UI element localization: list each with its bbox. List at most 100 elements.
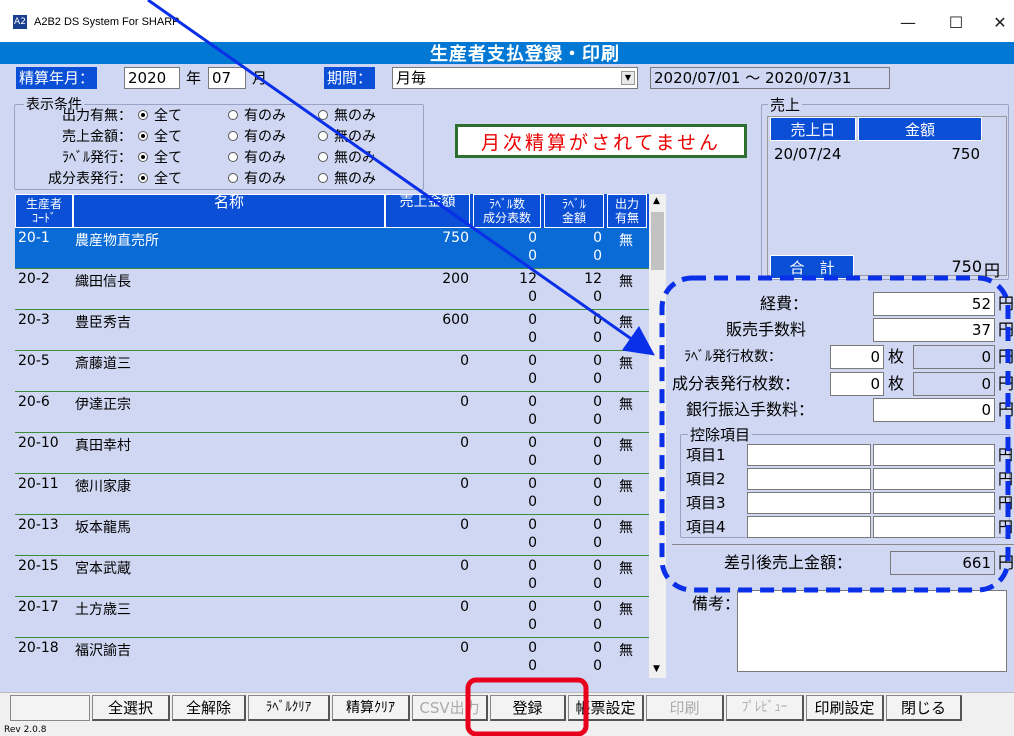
deduction-item-amount-input[interactable] xyxy=(873,468,995,490)
table-row[interactable]: 20-3 豊臣秀吉 600 0 0 0 0 無 xyxy=(15,310,649,351)
condition-radio-option[interactable]: 有のみ xyxy=(228,169,286,190)
table-row[interactable]: 20-5 斎藤道三 0 0 0 0 0 無 xyxy=(15,351,649,392)
label-issue-count[interactable]: 0 xyxy=(830,345,884,369)
condition-label: 出力有無： xyxy=(62,108,132,124)
component-count: 0 xyxy=(528,453,537,469)
deduction-item-amount-input[interactable] xyxy=(873,444,995,466)
maximize-button[interactable]: ☐ xyxy=(936,10,976,34)
col-sales[interactable]: 売上金額 xyxy=(385,194,470,228)
radio-icon[interactable] xyxy=(318,152,328,162)
sales-date: 20/07/24 xyxy=(774,145,842,163)
close-window-button[interactable]: ✕ xyxy=(980,10,1014,34)
csv-export-button[interactable]: CSV出力 xyxy=(412,695,488,721)
table-row[interactable]: 20-17 土方歳三 0 0 0 0 0 無 xyxy=(15,597,649,638)
radio-icon[interactable] xyxy=(318,173,328,183)
net-sales-label: 差引後売上金額： xyxy=(724,553,853,572)
condition-radio-option[interactable]: 無のみ xyxy=(318,127,376,148)
radio-icon[interactable] xyxy=(228,110,238,120)
comp-issue-count[interactable]: 0 xyxy=(830,372,884,396)
remarks-textarea[interactable] xyxy=(737,590,1007,672)
month-input[interactable]: 07 xyxy=(208,67,246,89)
bank-fee-input[interactable]: 0 xyxy=(873,398,995,422)
bank-fee-label: 銀行振込手数料： xyxy=(686,400,815,419)
col-label-amount[interactable]: ﾗﾍﾞﾙ 金額 xyxy=(544,194,604,228)
condition-radio-option[interactable]: 全て xyxy=(138,169,182,190)
radio-icon[interactable] xyxy=(138,110,148,120)
deduction-item-amount-input[interactable] xyxy=(873,516,995,538)
radio-icon[interactable] xyxy=(318,110,328,120)
output-flag: 無 xyxy=(619,602,633,618)
period-select[interactable]: 月毎 ▼ xyxy=(392,67,638,89)
col-code[interactable]: 生産者 ｺｰﾄﾞ xyxy=(15,194,73,228)
preview-button[interactable]: ﾌﾟﾚﾋﾞｭｰ xyxy=(726,695,804,721)
scroll-up-icon[interactable]: ▲ xyxy=(653,196,660,206)
producer-sales: 0 xyxy=(460,435,469,451)
label-clear-button[interactable]: ﾗﾍﾞﾙｸﾘｱ xyxy=(248,695,330,721)
condition-radio-option[interactable]: 有のみ xyxy=(228,127,286,148)
table-row[interactable]: 20-11 徳川家康 0 0 0 0 0 無 xyxy=(15,474,649,515)
fee-input[interactable]: 37 xyxy=(873,318,995,342)
sales-date-header[interactable]: 売上日 xyxy=(770,117,856,141)
sales-total: 750 xyxy=(951,257,982,276)
scroll-down-icon[interactable]: ▼ xyxy=(653,664,660,674)
condition-radio-option[interactable]: 有のみ xyxy=(228,148,286,169)
settle-clear-button[interactable]: 精算ｸﾘｱ xyxy=(332,695,410,721)
table-row[interactable]: 20-10 真田幸村 0 0 0 0 0 無 xyxy=(15,433,649,474)
yen-unit: 円 xyxy=(998,446,1014,464)
table-row[interactable]: 20-1 農産物直売所 750 0 0 0 0 無 xyxy=(15,228,649,269)
form-settings-button[interactable]: 帳票設定 xyxy=(568,695,644,721)
condition-radio-option[interactable]: 無のみ xyxy=(318,169,376,190)
table-row[interactable]: 20-15 宮本武蔵 0 0 0 0 0 無 xyxy=(15,556,649,597)
producer-table-header: 生産者 ｺｰﾄﾞ 名称 売上金額 ﾗﾍﾞﾙ数 成分表数 ﾗﾍﾞﾙ 金額 出力 有… xyxy=(15,194,649,228)
deduction-item-amount-input[interactable] xyxy=(873,492,995,514)
table-row[interactable]: 20-6 伊達正宗 0 0 0 0 0 無 xyxy=(15,392,649,433)
minimize-button[interactable]: — xyxy=(888,10,928,34)
scrollbar-thumb[interactable] xyxy=(651,212,664,270)
col-name[interactable]: 名称 xyxy=(73,194,385,228)
radio-icon[interactable] xyxy=(228,173,238,183)
chevron-down-icon[interactable]: ▼ xyxy=(621,71,635,85)
output-flag: 無 xyxy=(619,274,633,290)
table-row[interactable]: 20-13 坂本龍馬 0 0 0 0 0 無 xyxy=(15,515,649,556)
register-button[interactable]: 登録 xyxy=(490,695,566,721)
deduction-item-name-input[interactable] xyxy=(747,444,871,466)
expense-input[interactable]: 52 xyxy=(873,292,995,316)
deduction-item-name-input[interactable] xyxy=(747,516,871,538)
print-button[interactable]: 印刷 xyxy=(646,695,724,721)
condition-radio-option[interactable]: 全て xyxy=(138,106,182,127)
deduction-item-label: 項目4 xyxy=(686,518,726,536)
radio-icon[interactable] xyxy=(318,131,328,141)
close-button[interactable]: 閉じる xyxy=(886,695,962,721)
deselect-all-button[interactable]: 全解除 xyxy=(172,695,246,721)
select-all-button[interactable]: 全選択 xyxy=(92,695,170,721)
condition-radio-option[interactable]: 有のみ xyxy=(228,106,286,127)
producer-name: 徳川家康 xyxy=(75,479,131,495)
year-input[interactable]: 2020 xyxy=(124,67,180,89)
table-row[interactable]: 20-2 織田信長 200 12 0 12 0 無 xyxy=(15,269,649,310)
print-settings-button[interactable]: 印刷設定 xyxy=(806,695,884,721)
component-count: 0 xyxy=(528,248,537,264)
table-row[interactable]: 20-18 福沢諭吉 0 0 0 0 0 無 xyxy=(15,638,649,678)
deduction-item-name-input[interactable] xyxy=(747,468,871,490)
radio-icon[interactable] xyxy=(138,152,148,162)
radio-icon[interactable] xyxy=(138,173,148,183)
radio-icon[interactable] xyxy=(138,131,148,141)
condition-radio-option[interactable]: 無のみ xyxy=(318,148,376,169)
divider xyxy=(672,544,1014,545)
condition-radio-option[interactable]: 全て xyxy=(138,148,182,169)
radio-icon[interactable] xyxy=(228,131,238,141)
label-count: 0 xyxy=(528,476,537,492)
blank-button[interactable] xyxy=(10,695,90,721)
producer-code: 20-17 xyxy=(18,599,59,615)
radio-icon[interactable] xyxy=(228,152,238,162)
condition-radio-option[interactable]: 無のみ xyxy=(318,106,376,127)
producer-sales: 0 xyxy=(460,353,469,369)
deduction-item-name-input[interactable] xyxy=(747,492,871,514)
page-title: 生産者支払登録・印刷 xyxy=(0,42,1014,65)
label-issue-amount: 0 xyxy=(913,345,995,369)
condition-radio-option[interactable]: 全て xyxy=(138,127,182,148)
col-output[interactable]: 出力 有無 xyxy=(607,194,647,228)
sales-amount-header[interactable]: 金額 xyxy=(858,117,982,141)
col-label-count[interactable]: ﾗﾍﾞﾙ数 成分表数 xyxy=(473,194,541,228)
yen-unit: 円 xyxy=(998,400,1014,419)
